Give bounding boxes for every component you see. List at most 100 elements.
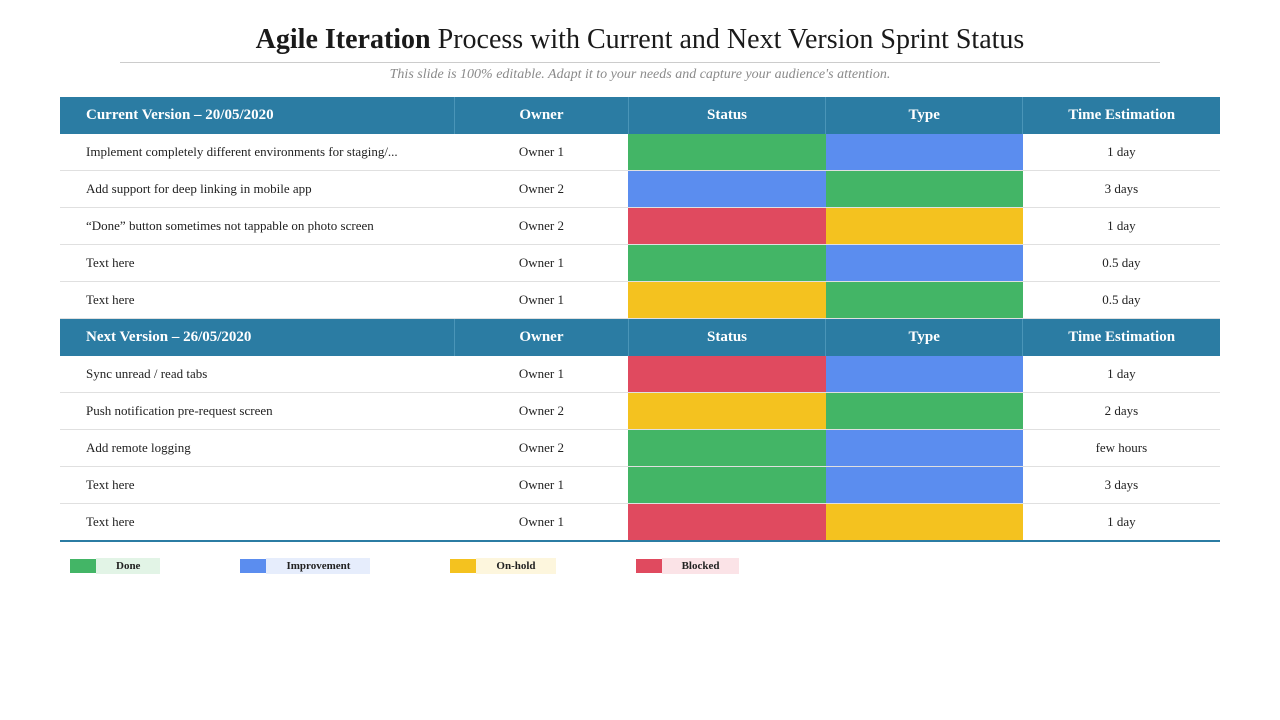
legend-label: On-hold [476, 558, 555, 574]
owner-cell: Owner 2 [454, 171, 628, 208]
type-cell [826, 393, 1023, 430]
task-cell: Text here [60, 504, 454, 542]
type-swatch-onhold [826, 208, 1023, 244]
owner-cell: Owner 1 [454, 245, 628, 282]
status-cell [628, 467, 825, 504]
status-swatch-done [628, 134, 825, 170]
sprint-table: Current Version – 20/05/2020OwnerStatusT… [60, 97, 1220, 542]
task-cell: Add remote logging [60, 430, 454, 467]
legend: Done Improvement On-hold Blocked [60, 558, 1220, 574]
slide-subtitle: This slide is 100% editable. Adapt it to… [60, 67, 1220, 83]
column-header: Time Estimation [1023, 319, 1220, 357]
time-cell: 3 days [1023, 467, 1220, 504]
status-swatch-onhold [628, 393, 825, 429]
table-row: Push notification pre-request screenOwne… [60, 393, 1220, 430]
status-cell [628, 134, 825, 171]
task-cell: Text here [60, 467, 454, 504]
type-swatch-improvement [826, 134, 1023, 170]
section-header: Next Version – 26/05/2020OwnerStatusType… [60, 319, 1220, 357]
column-header: Status [628, 319, 825, 357]
table-row: Add remote loggingOwner 2 few hours [60, 430, 1220, 467]
owner-cell: Owner 1 [454, 504, 628, 542]
legend-label: Blocked [662, 558, 740, 574]
task-cell: Push notification pre-request screen [60, 393, 454, 430]
owner-cell: Owner 1 [454, 134, 628, 171]
section-header: Current Version – 20/05/2020OwnerStatusT… [60, 97, 1220, 134]
status-cell [628, 504, 825, 542]
type-swatch-done [826, 171, 1023, 207]
section-title: Next Version – 26/05/2020 [60, 319, 454, 357]
time-cell: 1 day [1023, 208, 1220, 245]
status-swatch-done [628, 430, 825, 466]
type-cell [826, 171, 1023, 208]
type-cell [826, 504, 1023, 542]
type-cell [826, 356, 1023, 393]
status-swatch-done [628, 245, 825, 281]
status-cell [628, 393, 825, 430]
status-cell [628, 171, 825, 208]
column-header: Type [826, 319, 1023, 357]
status-cell [628, 282, 825, 319]
time-cell: 3 days [1023, 171, 1220, 208]
type-cell [826, 282, 1023, 319]
column-header: Time Estimation [1023, 97, 1220, 134]
column-header: Status [628, 97, 825, 134]
table-row: Text hereOwner 10.5 day [60, 282, 1220, 319]
task-cell: Text here [60, 245, 454, 282]
legend-item-improvement: Improvement [240, 558, 370, 574]
time-cell: few hours [1023, 430, 1220, 467]
type-cell [826, 430, 1023, 467]
title-bold: Agile Iteration [256, 24, 431, 55]
title-rest: Process with Current and Next Version Sp… [431, 24, 1025, 55]
type-swatch-done [826, 393, 1023, 429]
owner-cell: Owner 2 [454, 393, 628, 430]
status-swatch-blocked [628, 504, 825, 540]
type-swatch-improvement [826, 356, 1023, 392]
type-cell [826, 467, 1023, 504]
table-row: Text hereOwner 1 3 days [60, 467, 1220, 504]
legend-label: Done [96, 558, 160, 574]
legend-swatch-onhold [450, 559, 476, 573]
task-cell: Sync unread / read tabs [60, 356, 454, 393]
type-cell [826, 208, 1023, 245]
type-swatch-done [826, 282, 1023, 318]
legend-swatch-improvement [240, 559, 266, 573]
column-header: Owner [454, 319, 628, 357]
owner-cell: Owner 1 [454, 467, 628, 504]
table-row: Sync unread / read tabsOwner 1 1 day [60, 356, 1220, 393]
status-swatch-improvement [628, 171, 825, 207]
owner-cell: Owner 2 [454, 430, 628, 467]
type-swatch-improvement [826, 245, 1023, 281]
owner-cell: Owner 2 [454, 208, 628, 245]
legend-item-done: Done [70, 558, 160, 574]
legend-item-blocked: Blocked [636, 558, 740, 574]
status-swatch-done [628, 467, 825, 503]
status-cell [628, 245, 825, 282]
task-cell: Add support for deep linking in mobile a… [60, 171, 454, 208]
owner-cell: Owner 1 [454, 282, 628, 319]
table-row: Implement completely different environme… [60, 134, 1220, 171]
type-cell [826, 245, 1023, 282]
status-cell [628, 208, 825, 245]
legend-label: Improvement [266, 558, 370, 574]
column-header: Type [826, 97, 1023, 134]
time-cell: 0.5 day [1023, 282, 1220, 319]
table-row: Add support for deep linking in mobile a… [60, 171, 1220, 208]
status-swatch-blocked [628, 208, 825, 244]
legend-swatch-done [70, 559, 96, 573]
section-title: Current Version – 20/05/2020 [60, 97, 454, 134]
task-cell: Implement completely different environme… [60, 134, 454, 171]
status-cell [628, 430, 825, 467]
time-cell: 1 day [1023, 504, 1220, 542]
owner-cell: Owner 1 [454, 356, 628, 393]
time-cell: 1 day [1023, 134, 1220, 171]
legend-item-onhold: On-hold [450, 558, 555, 574]
time-cell: 0.5 day [1023, 245, 1220, 282]
task-cell: “Done” button sometimes not tappable on … [60, 208, 454, 245]
time-cell: 1 day [1023, 356, 1220, 393]
table-row: Text hereOwner 1 0.5 day [60, 245, 1220, 282]
status-swatch-blocked [628, 356, 825, 392]
time-cell: 2 days [1023, 393, 1220, 430]
status-swatch-onhold [628, 282, 825, 318]
type-swatch-improvement [826, 467, 1023, 503]
